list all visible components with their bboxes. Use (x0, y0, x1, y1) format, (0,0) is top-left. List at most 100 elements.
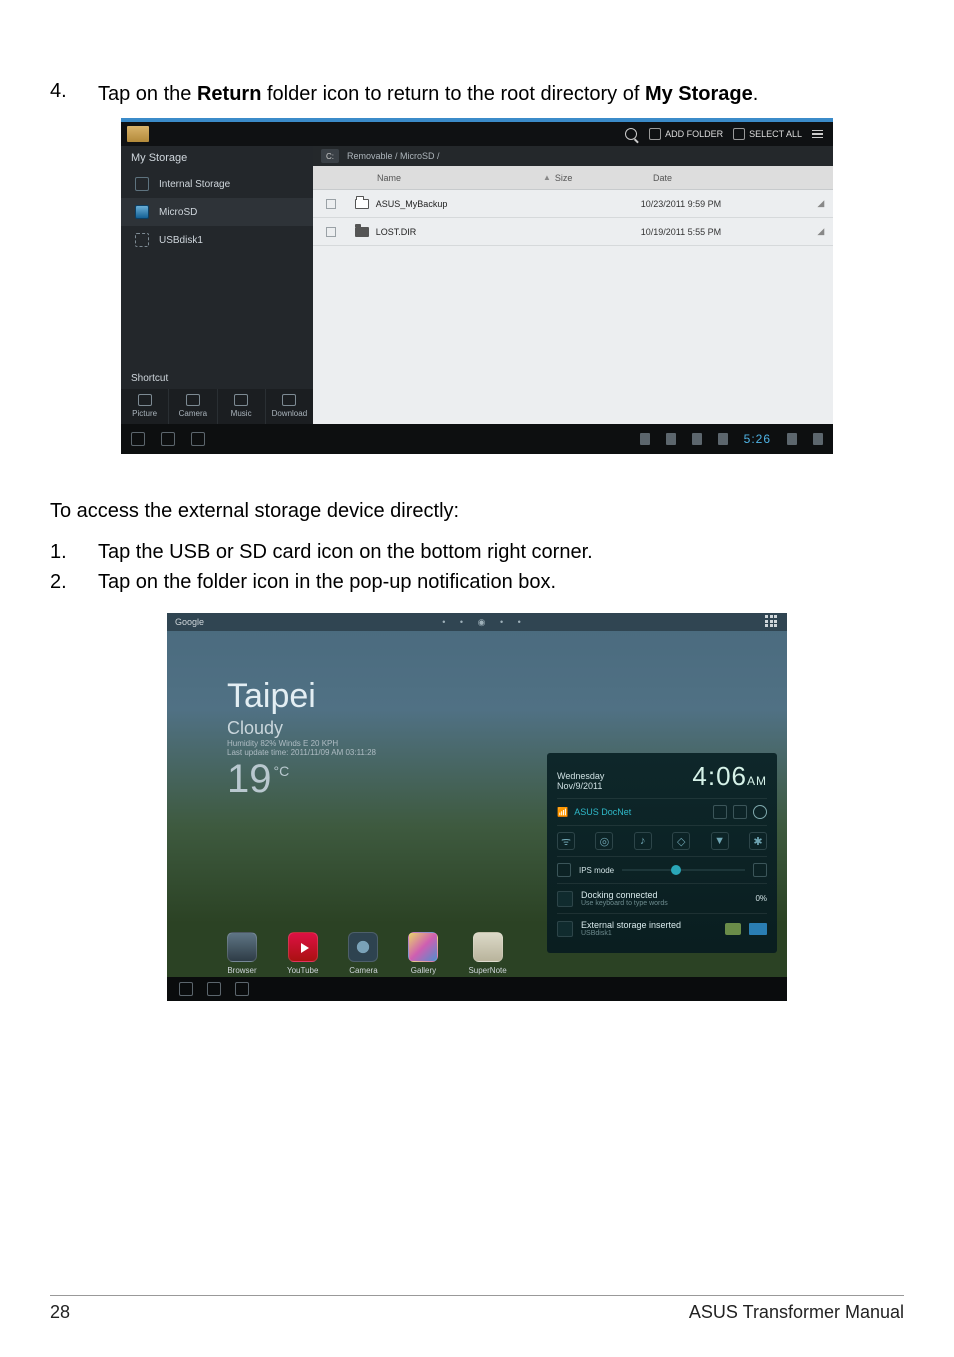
sidebar-item-internal[interactable]: Internal Storage (121, 170, 313, 198)
sidebar: My Storage Internal Storage MicroSD USBd… (121, 146, 313, 424)
home-screen-screenshot: Google • • ◉ • • Taipei Cloudy Humidity … (167, 613, 787, 1001)
sort-icon: ▲ (543, 173, 551, 182)
file-name: LOST.DIR (376, 227, 533, 237)
file-date: 10/19/2011 5:55 PM (641, 227, 818, 237)
status-icon (692, 433, 702, 445)
shortcut-picture[interactable]: Picture (121, 389, 169, 424)
app-supernote[interactable]: SuperNote (468, 932, 506, 975)
shortcut-row: Picture Camera Music Download (121, 389, 313, 424)
overflow-menu-icon[interactable] (812, 130, 823, 139)
numbered-list: 1.Tap the USB or SD card icon on the bot… (50, 537, 904, 597)
step-4: 4. Tap on the Return folder icon to retu… (50, 80, 904, 108)
weather-widget[interactable]: Taipei Cloudy Humidity 82% Winds E 20 KP… (227, 677, 376, 802)
condition: Cloudy (227, 718, 376, 739)
return-icon[interactable]: C: (321, 149, 339, 163)
youtube-icon (288, 932, 318, 962)
sidebar-item-microsd[interactable]: MicroSD (121, 198, 313, 226)
battery-icon (733, 805, 747, 819)
notif-external-storage[interactable]: External storage insertedUSBdisk1 (557, 913, 767, 943)
notification-panel: WednesdayNov/9/2011 4:06AM 📶 ASUS DocNet… (547, 753, 777, 953)
page-footer: 28 ASUS Transformer Manual (50, 1295, 904, 1323)
col-date[interactable]: Date (653, 173, 833, 183)
folder-open-icon[interactable] (725, 923, 741, 935)
col-size[interactable]: ▲Size (543, 173, 653, 183)
settings-icon[interactable] (753, 805, 767, 819)
google-search[interactable]: Google (175, 617, 204, 627)
toggle-sync[interactable]: ◇ (672, 832, 690, 850)
search-icon[interactable] (625, 128, 637, 140)
sd-card-icon[interactable] (749, 923, 767, 935)
column-headers: Name ▲Size Date (313, 166, 833, 190)
breadcrumb: C: Removable / MicroSD / (313, 146, 833, 166)
back-icon[interactable] (179, 982, 193, 996)
shortcut-camera[interactable]: Camera (169, 389, 217, 424)
home-icon[interactable] (207, 982, 221, 996)
home-icon[interactable] (161, 432, 175, 446)
shortcut-download[interactable]: Download (266, 389, 313, 424)
panel-date: WednesdayNov/9/2011 (557, 772, 604, 792)
file-row[interactable]: ASUS_MyBackup 10/23/2011 9:59 PM ◢ (313, 190, 833, 218)
select-all-button[interactable]: SELECT ALL (733, 128, 802, 140)
system-navbar (167, 977, 787, 1001)
back-icon[interactable] (131, 432, 145, 446)
ips-icon (557, 863, 571, 877)
toggle-misc[interactable]: ✱ (749, 832, 767, 850)
sd-icon (135, 205, 149, 219)
file-manager-screenshot: ADD FOLDER SELECT ALL My Storage Interna… (121, 118, 833, 450)
recent-icon[interactable] (191, 432, 205, 446)
toggle-wifi[interactable]: ᯤ (557, 832, 575, 850)
sidebar-item-usb[interactable]: USBdisk1 (121, 226, 313, 254)
toggle-rotate[interactable]: ▼ (711, 832, 729, 850)
wifi-row[interactable]: 📶 ASUS DocNet (557, 798, 767, 825)
page-dots: • • ◉ • • (442, 617, 526, 628)
quick-toggles: ᯤ ◎ ♪ ◇ ▼ ✱ (557, 825, 767, 856)
signal-icon (713, 805, 727, 819)
app-camera[interactable]: Camera (348, 932, 378, 975)
storage-notif-icon (557, 921, 573, 937)
notif-docking[interactable]: Docking connectedUse keyboard to type wo… (557, 883, 767, 913)
file-name: ASUS_MyBackup (376, 199, 533, 209)
usb-icon (135, 233, 149, 247)
breadcrumb-path[interactable]: Removable / MicroSD / (347, 151, 440, 161)
sidebar-header: My Storage (121, 146, 313, 170)
weather-sub1: Humidity 82% Winds E 20 KPH (227, 739, 376, 748)
toggle-sound[interactable]: ♪ (634, 832, 652, 850)
file-date: 10/23/2011 9:59 PM (641, 199, 818, 209)
music-icon (234, 394, 248, 406)
section-heading: To access the external storage device di… (50, 500, 904, 523)
status-icon (640, 433, 650, 445)
dock-icon (557, 891, 573, 907)
clock[interactable]: 5:26 (744, 432, 771, 446)
more-icon[interactable]: ◢ (817, 198, 833, 209)
file-row[interactable]: LOST.DIR 10/19/2011 5:55 PM ◢ (313, 218, 833, 246)
panel-time: 4:06AM (692, 761, 767, 792)
status-icon (718, 433, 728, 445)
app-icon[interactable] (127, 126, 149, 142)
toggle-bt[interactable]: ◎ (595, 832, 613, 850)
file-list-pane: C: Removable / MicroSD / Name ▲Size Date… (313, 146, 833, 424)
city: Taipei (227, 677, 376, 716)
apps-icon[interactable] (765, 615, 779, 629)
col-name[interactable]: Name (377, 173, 543, 183)
app-gallery[interactable]: Gallery (408, 932, 438, 975)
status-icon (666, 433, 676, 445)
ips-slider[interactable] (622, 869, 745, 871)
supernote-icon (473, 932, 503, 962)
download-icon (282, 394, 296, 406)
app-youtube[interactable]: YouTube (287, 932, 318, 975)
checkbox[interactable] (326, 199, 336, 209)
battery-icon (813, 433, 823, 445)
camera-icon (348, 932, 378, 962)
browser-icon (227, 932, 257, 962)
app-browser[interactable]: Browser (227, 932, 257, 975)
select-all-icon (733, 128, 745, 140)
checkbox[interactable] (326, 227, 336, 237)
list-item: 2.Tap on the folder icon in the pop-up n… (50, 567, 904, 597)
ips-row[interactable]: IPS mode (557, 856, 767, 883)
wifi-icon: 📶 (557, 807, 568, 818)
recent-icon[interactable] (235, 982, 249, 996)
shortcut-music[interactable]: Music (218, 389, 266, 424)
temperature: 19°C (227, 757, 376, 802)
more-icon[interactable]: ◢ (817, 226, 833, 237)
add-folder-button[interactable]: ADD FOLDER (649, 128, 723, 140)
